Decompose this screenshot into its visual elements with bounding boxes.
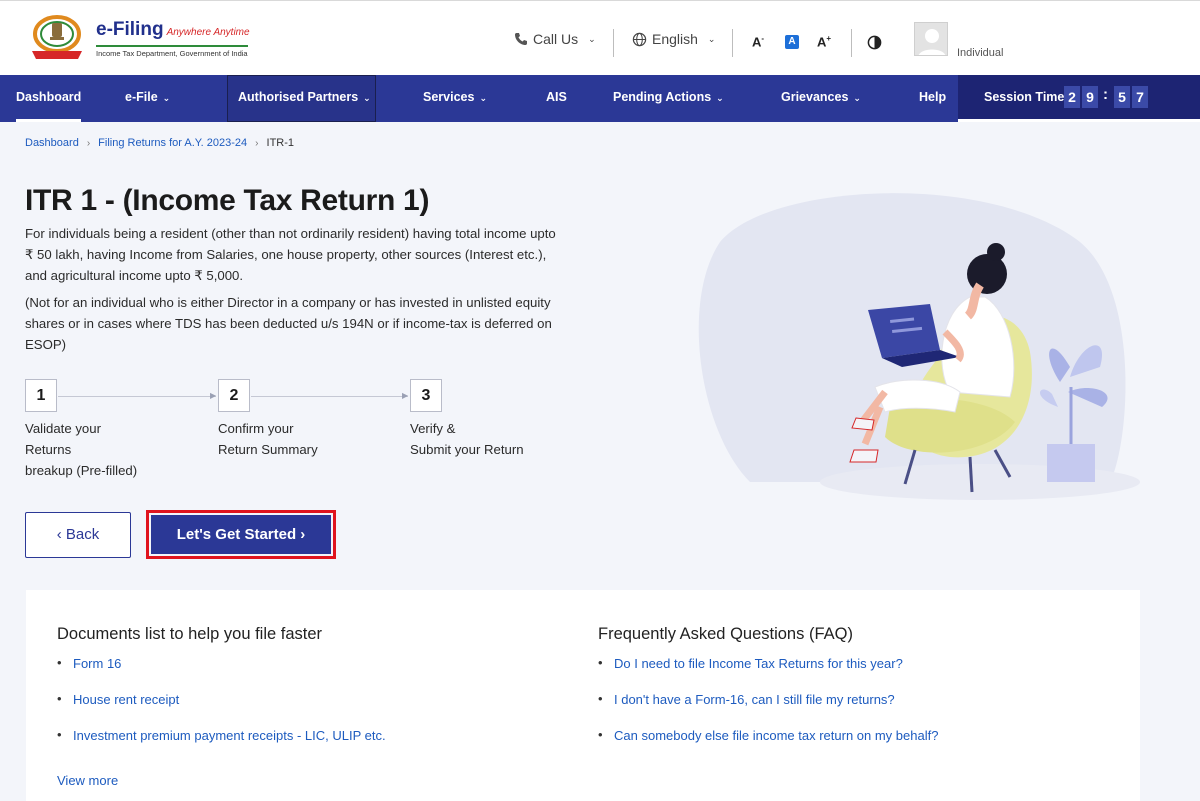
phone-icon (515, 33, 527, 45)
breadcrumb-filing-returns[interactable]: Filing Returns for A.Y. 2023-24 (98, 137, 247, 149)
avatar[interactable] (914, 22, 948, 56)
step-connector (58, 396, 216, 397)
arrow-right-icon: ▶ (402, 391, 409, 400)
step-label-line: Return Summary (218, 442, 318, 457)
nav-pending-actions[interactable]: Pending Actions ⌄ (613, 75, 724, 122)
chevron-down-icon: ⌄ (853, 93, 861, 103)
back-button[interactable]: ‹ Back (25, 512, 131, 558)
step-label-line: Returns (25, 442, 72, 457)
chevron-down-icon: ⌄ (479, 93, 487, 103)
top-header: e-Filing Anywhere Anytime Income Tax Depa… (0, 0, 1200, 75)
breadcrumb-current: ITR-1 (266, 137, 295, 149)
divider (851, 29, 852, 57)
get-started-button[interactable]: Let's Get Started › (151, 515, 331, 554)
step-number: 2 (218, 379, 250, 412)
brand-tagline: Anywhere Anytime (166, 27, 250, 38)
national-emblem-icon (32, 15, 82, 59)
nav-help[interactable]: Help (919, 75, 946, 122)
language-dropdown[interactable]: English ⌄ (632, 31, 715, 47)
itr-eligibility-note: (Not for an individual who is either Dir… (25, 295, 552, 352)
language-label: English (652, 31, 698, 47)
session-digit: 7 (1132, 86, 1148, 108)
font-increase-button[interactable]: A+ (817, 34, 831, 49)
session-digit: 9 (1082, 86, 1098, 108)
document-link-rent-receipt[interactable]: House rent receipt (57, 691, 386, 728)
divider (613, 29, 614, 57)
session-digit: 2 (1064, 86, 1080, 108)
faq-link[interactable]: Can somebody else file income tax return… (598, 727, 938, 764)
main-navigation: Dashboard e-File ⌄ Authorised Partners ⌄ S… (0, 75, 1200, 122)
step-label: Confirm your Return Summary (218, 418, 318, 460)
highlight-frame: Let's Get Started › (146, 510, 336, 559)
nav-e-file[interactable]: e-File ⌄ (125, 75, 170, 122)
breadcrumb: Dashboard › Filing Returns for A.Y. 2023… (25, 137, 294, 149)
page-title: ITR 1 - (Income Tax Return 1) (25, 184, 430, 217)
session-time-label: Session Time (984, 90, 1065, 104)
nav-authorised-partners[interactable]: Authorised Partners ⌄ (227, 75, 376, 122)
contrast-icon[interactable] (867, 35, 882, 50)
divider (732, 29, 733, 57)
nav-ais[interactable]: AIS (546, 75, 567, 122)
step-label: Verify & Submit your Return (410, 418, 524, 460)
step-label-line: Confirm your (218, 421, 294, 436)
breadcrumb-separator: › (86, 137, 91, 149)
help-resources-card: Documents list to help you file faster F… (26, 590, 1140, 801)
documents-list-title: Documents list to help you file faster (57, 625, 323, 643)
breadcrumb-dashboard[interactable]: Dashboard (25, 137, 79, 149)
brand-subtitle: Income Tax Department, Government of Ind… (96, 45, 248, 58)
chevron-down-icon: ⌄ (716, 93, 724, 103)
faq-link[interactable]: Do I need to file Income Tax Returns for… (598, 655, 938, 692)
nav-grievances[interactable]: Grievances ⌄ (781, 75, 861, 122)
document-link-investment-receipts[interactable]: Investment premium payment receipts - LI… (57, 727, 386, 764)
chevron-down-icon: ⌄ (707, 33, 716, 44)
step-number: 3 (410, 379, 442, 412)
woman-with-laptop-illustration (698, 193, 1140, 500)
step-connector (251, 396, 408, 397)
breadcrumb-separator: › (255, 137, 259, 149)
documents-list: Form 16 House rent receipt Investment pr… (57, 655, 386, 764)
faq-title: Frequently Asked Questions (FAQ) (598, 625, 853, 643)
step-label-line: Validate your (25, 421, 101, 436)
nav-services[interactable]: Services ⌄ (423, 75, 487, 122)
user-icon (918, 29, 946, 55)
document-link-form16[interactable]: Form 16 (57, 655, 386, 692)
faq-list: Do I need to file Income Tax Returns for… (598, 655, 938, 764)
session-digit: 5 (1114, 86, 1130, 108)
step-label-line: Submit your Return (410, 442, 524, 457)
call-us-dropdown[interactable]: Call Us ⌄ (514, 31, 596, 47)
chevron-down-icon: ⌄ (162, 93, 171, 103)
session-timer: Session Time 2 9 : 5 7 (958, 75, 1200, 122)
nav-dashboard[interactable]: Dashboard (16, 75, 82, 122)
font-decrease-button[interactable]: A- (752, 34, 764, 49)
view-more-link[interactable]: View more (57, 773, 118, 788)
itr-description: For individuals being a resident (other … (25, 226, 556, 283)
session-colon: : (1103, 86, 1108, 103)
chevron-down-icon: ⌄ (363, 93, 371, 103)
globe-icon (632, 32, 647, 46)
user-type-label: Individual (957, 47, 1004, 59)
arrow-right-icon: ▶ (210, 391, 217, 400)
call-us-label: Call Us (533, 31, 579, 47)
step-label-line: breakup (Pre-filled) (25, 463, 138, 478)
chevron-down-icon: ⌄ (588, 33, 596, 44)
font-default-button[interactable]: A (785, 35, 799, 49)
brand-name: e-Filing Anywhere Anytime (96, 19, 250, 40)
step-label-line: Verify & (410, 421, 456, 436)
step-label: Validate your Returns breakup (Pre-fille… (25, 418, 137, 481)
efiling-logo[interactable]: e-Filing Anywhere Anytime Income Tax Depa… (26, 13, 266, 63)
step-number: 1 (25, 379, 57, 412)
faq-link[interactable]: I don't have a Form-16, can I still file… (598, 691, 938, 728)
